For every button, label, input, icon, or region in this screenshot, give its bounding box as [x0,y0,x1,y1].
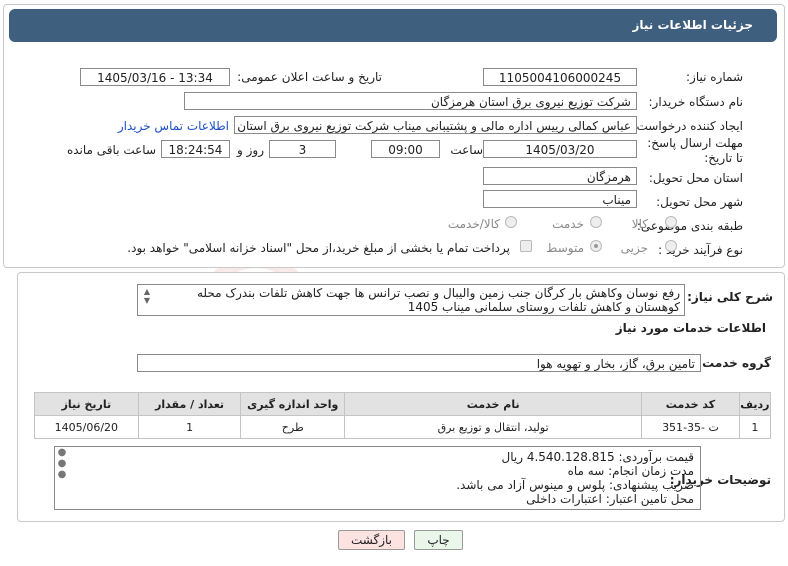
service-group-field: تامین برق، گاز، بخار و تهویه هوا [137,354,701,372]
category-radio-both[interactable] [505,216,517,228]
cell-date: 1405/06/20 [34,415,139,439]
table-row: 1 ت -35-351 تولید، انتقال و توزیع برق طر… [34,415,772,439]
deadline-time-label: ساعت [450,143,483,157]
cell-unit: طرح [240,415,346,439]
note-line-duration: مدت زمان انجام: سه ماه [567,464,694,478]
days-label: روز و [237,143,264,157]
buyer-org-field: شرکت توزیع نیروی برق استان هرمزگان [184,92,637,110]
category-option-both: کالا/خدمت [447,217,500,231]
buyer-notes-text: قیمت برآوردی: 4.540.128.815 ریال مدت زما… [74,450,694,506]
summary-textarea[interactable]: ▲ ▼ رفع نوسان وکاهش بار کرگان جنب زمین وا… [137,284,685,316]
services-table: ردیف کد خدمت نام خدمت واحد اندازه گیری ت… [34,392,772,439]
summary-scroll-arrows[interactable]: ▲ ▼ [140,287,154,305]
process-radio-minor[interactable] [665,240,677,252]
deadline-date-field: 1405/03/20 [483,140,637,158]
days-field: 3 [269,140,336,158]
note-line-funding: محل تامین اعتبار: اعتبارات داخلی [526,492,694,506]
deadline-time-field: 09:00 [371,140,440,158]
announce-label: تاریخ و ساعت اعلان عمومی: [237,70,382,84]
creator-field: عباس کمالی رییس اداره مالی و پشتیبانی می… [234,116,637,134]
col-index: ردیف [738,392,772,416]
buyer-org-label: نام دستگاه خریدار: [648,95,744,109]
treasury-note: پرداخت تمام یا بخشی از مبلغ خرید،از محل … [127,241,510,255]
category-radio-service[interactable] [590,216,602,228]
buyer-contact-link[interactable]: اطلاعات تماس خریدار [118,119,229,133]
cell-index: 1 [738,415,772,439]
remaining-label: ساعت باقی مانده [66,143,156,157]
col-qty: تعداد / مقدار [137,392,242,416]
summary-text: رفع نوسان وکاهش بار کرگان جنب زمین والیب… [197,286,680,314]
cell-name: تولید، انتقال و توزیع برق [344,415,643,439]
city-field: میناب [483,190,637,208]
need-number-field: 1105004106000245 [483,68,637,86]
col-date: تاریخ نیاز [34,392,139,416]
services-table-header: ردیف کد خدمت نام خدمت واحد اندازه گیری ت… [34,392,772,416]
cell-qty: 1 [137,415,242,439]
page-title: جزئیات اطلاعات نیاز [632,18,753,32]
category-option-service: خدمت [552,217,584,231]
deadline-label: مهلت ارسال پاسخ: تا تاریخ: [647,136,743,165]
cell-code: ت -35-351 [641,415,740,439]
city-label: شهر محل تحویل: [656,195,743,209]
creator-label: ایجاد کننده درخواست: [632,119,743,133]
summary-label: شرح کلی نیاز: [687,290,773,304]
province-label: استان محل تحویل: [648,171,743,185]
need-number-label: شماره نیاز: [686,70,743,84]
back-button[interactable]: بازگشت [338,530,405,550]
announce-date-field: 1405/03/16 - 13:34 [80,68,230,86]
process-radio-medium[interactable] [590,240,602,252]
process-option-medium: متوسط [546,241,584,255]
remaining-time-field: 18:24:54 [161,140,230,158]
process-option-minor: جزیی [620,241,648,255]
buyer-notes-box[interactable]: ● ● ● قیمت برآوردی: 4.540.128.815 ریال مدت… [54,446,701,510]
category-option-goods: کالا [631,217,648,231]
service-group-label: گروه خدمت: [697,356,771,370]
col-name: نام خدمت [344,392,643,416]
note-line-coefficient: ضریب پیشنهادی: پلوس و مینوس آزاد می باشد… [456,478,694,492]
category-label: طبقه بندی موضوعی: [636,219,743,233]
category-radio-goods[interactable] [665,216,677,228]
buyer-notes-scrollbar[interactable]: ● ● ● [55,447,69,509]
services-section-title: اطلاعات خدمات مورد نیاز [615,321,766,335]
treasury-checkbox[interactable] [520,240,532,252]
col-unit: واحد اندازه گیری [240,392,346,416]
print-button[interactable]: چاپ [414,530,463,550]
province-field: هرمزگان [483,167,637,185]
panel-header: جزئیات اطلاعات نیاز [9,9,777,42]
col-code: کد خدمت [641,392,740,416]
note-line-price: قیمت برآوردی: 4.540.128.815 ریال [501,450,695,464]
